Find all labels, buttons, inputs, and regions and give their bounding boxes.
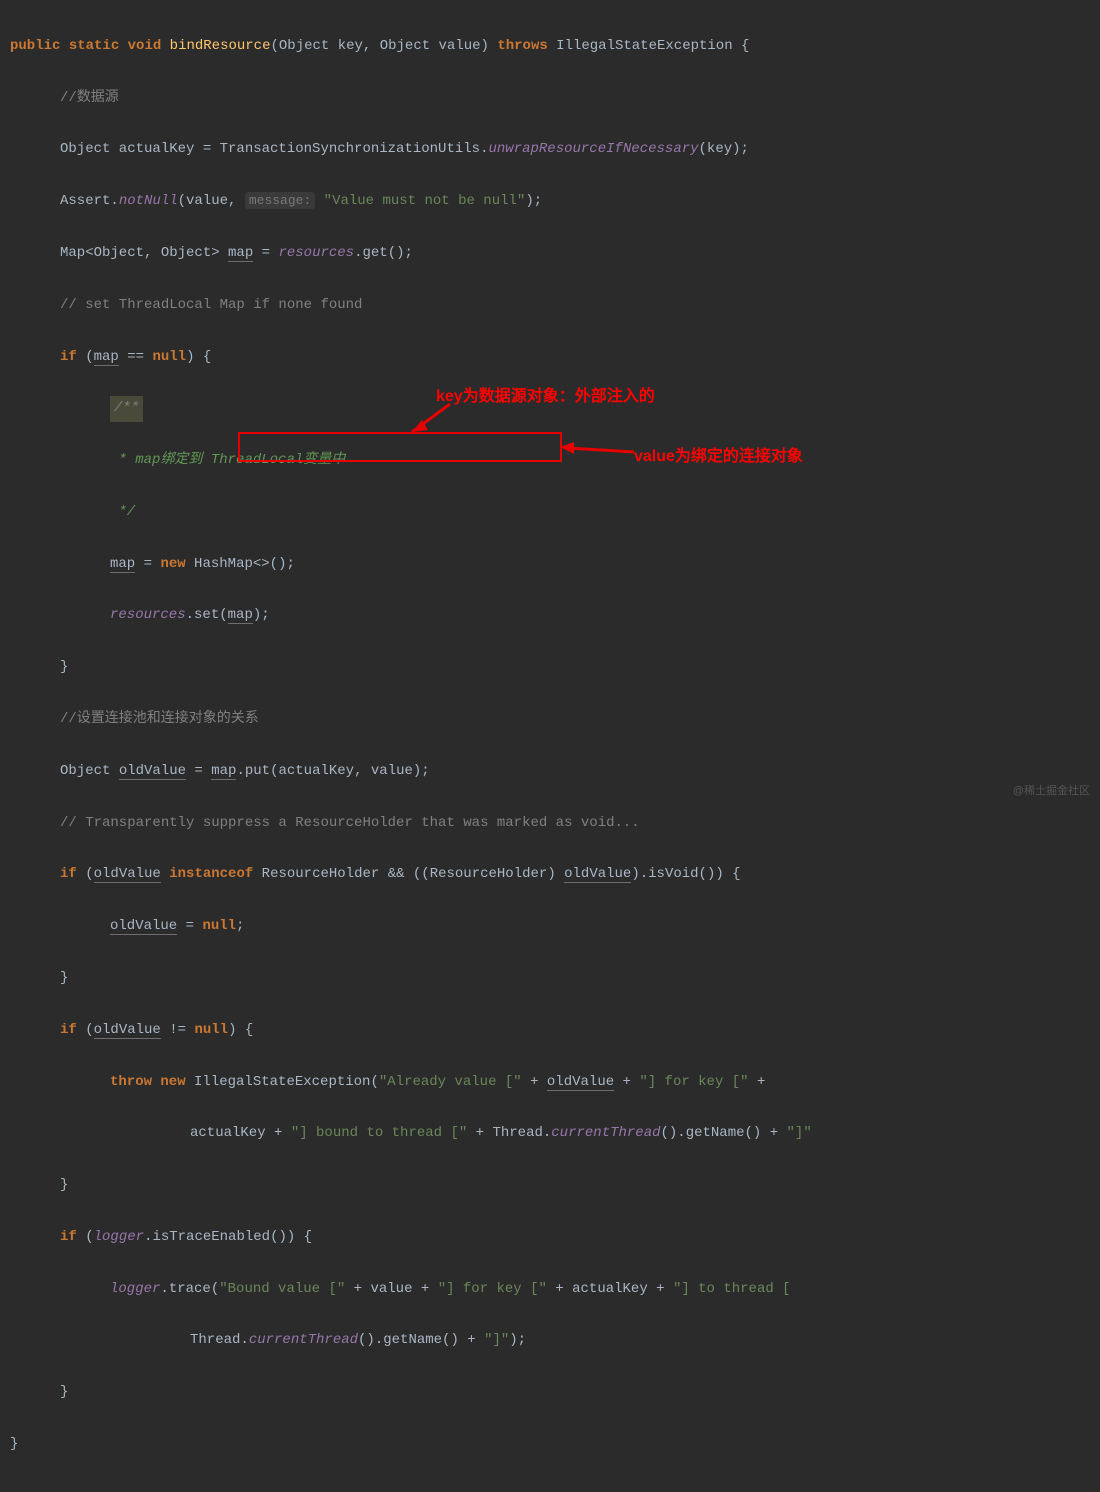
code-line: if (oldValue != null) { <box>10 1018 1090 1044</box>
code-line: //数据源 <box>10 86 1090 112</box>
code-line: Object oldValue = map.put(actualKey, val… <box>10 759 1090 785</box>
code-line: } <box>10 1380 1090 1406</box>
code-line: if (logger.isTraceEnabled()) { <box>10 1225 1090 1251</box>
code-line: if (map == null) { <box>10 345 1090 371</box>
watermark: @稀土掘金社区 <box>1013 782 1090 798</box>
code-line: } <box>10 655 1090 681</box>
code-line: oldValue = null; <box>10 914 1090 940</box>
code-line: Object actualKey = TransactionSynchroniz… <box>10 137 1090 163</box>
annotation-key: key为数据源对象：外部注入的 <box>436 382 655 406</box>
code-line: public static void bindResource(Object k… <box>10 34 1090 60</box>
code-line: * map绑定到 ThreadLocal变量中 <box>10 448 1090 474</box>
code-line: resources.set(map); <box>10 603 1090 629</box>
code-line: logger.trace("Bound value [" + value + "… <box>10 1277 1090 1303</box>
code-line: Assert.notNull(value, message: "Value mu… <box>10 189 1090 215</box>
annotation-value: value为绑定的连接对象 <box>634 442 803 466</box>
code-line: } <box>10 1173 1090 1199</box>
code-line: } <box>10 966 1090 992</box>
code-line: // Transparently suppress a ResourceHold… <box>10 811 1090 837</box>
code-line: // set ThreadLocal Map if none found <box>10 293 1090 319</box>
code-line: map = new HashMap<>(); <box>10 552 1090 578</box>
code-line: Thread.currentThread().getName() + "]"); <box>10 1328 1090 1354</box>
code-line: Map<Object, Object> map = resources.get(… <box>10 241 1090 267</box>
code-line: */ <box>10 500 1090 526</box>
code-line: if (oldValue instanceof ResourceHolder &… <box>10 862 1090 888</box>
code-line: throw new IllegalStateException("Already… <box>10 1070 1090 1096</box>
code-editor: public static void bindResource(Object k… <box>0 0 1100 1492</box>
code-line: //设置连接池和连接对象的关系 <box>10 707 1090 733</box>
code-line: actualKey + "] bound to thread [" + Thre… <box>10 1121 1090 1147</box>
code-line: } <box>10 1432 1090 1458</box>
